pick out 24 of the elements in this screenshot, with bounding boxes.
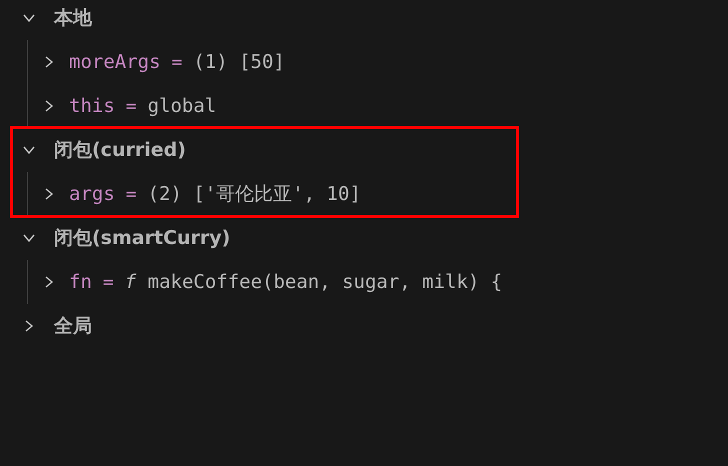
equals-sign: =	[126, 184, 137, 204]
variable-name: moreArgs	[69, 51, 161, 73]
scope-label: 闭包(curried)	[54, 138, 186, 163]
variable-row[interactable]: moreArgs = (1) [50]	[42, 40, 517, 84]
variable-value: f makeCoffee(bean, sugar, milk) {	[124, 271, 502, 293]
variable-row[interactable]: args = (2) ['哥伦比亚', 10]	[42, 172, 517, 216]
variable-value: (2) ['哥伦比亚', 10]	[148, 182, 361, 207]
variable-row[interactable]: this = global	[42, 84, 517, 128]
equals-sign: =	[172, 52, 182, 72]
variable-name: fn	[69, 271, 92, 293]
scope-label: 全局	[54, 314, 92, 339]
scope-row[interactable]: 闭包(curried)	[12, 128, 517, 172]
scope-label: 闭包(smartCurry)	[54, 226, 230, 251]
variable-name: args	[69, 183, 115, 205]
equals-sign: =	[126, 96, 137, 116]
scope-label: 本地	[54, 6, 92, 31]
variable-row[interactable]: fn = f makeCoffee(bean, sugar, milk) {	[42, 260, 517, 304]
scope-row[interactable]: 全局	[12, 304, 517, 348]
variable-value: global	[148, 95, 216, 117]
scope-row[interactable]: 闭包(smartCurry)	[12, 216, 517, 260]
variable-name: this	[69, 95, 115, 117]
variable-value: (1) [50]	[193, 51, 285, 73]
equals-sign: =	[102, 272, 114, 292]
scope-row[interactable]: 本地	[12, 0, 517, 40]
